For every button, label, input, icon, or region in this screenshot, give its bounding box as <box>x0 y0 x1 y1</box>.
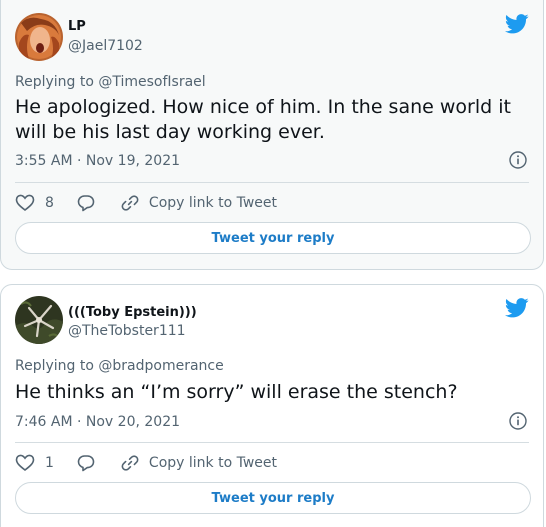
heart-icon <box>15 194 35 212</box>
heart-icon <box>15 454 35 472</box>
link-icon <box>121 455 139 471</box>
comment-bubble-icon <box>77 195 95 212</box>
timestamp[interactable]: 7:46 AM · Nov 20, 2021 <box>15 414 180 430</box>
info-icon[interactable] <box>509 412 527 430</box>
replying-to[interactable]: Replying to @TimesofIsrael <box>15 74 206 90</box>
copy-link-label: Copy link to Tweet <box>148 195 277 211</box>
timestamp[interactable]: 3:55 AM · Nov 19, 2021 <box>15 153 180 169</box>
tweet-card: (((Toby Epstein))) @TheTobster111 Replyi… <box>0 284 544 527</box>
tweet-your-reply-button[interactable]: Tweet your reply <box>15 482 531 514</box>
tweet-actions: 8 Copy link to Tweet <box>15 192 299 214</box>
avatar-image <box>15 13 63 61</box>
like-button[interactable]: 1 <box>15 453 54 473</box>
reply-icon-button[interactable] <box>76 193 96 213</box>
info-icon[interactable] <box>509 151 527 169</box>
tweet-text: He thinks an “I’m sorry” will erase the … <box>15 381 458 403</box>
replying-to[interactable]: Replying to @bradpomerance <box>15 358 224 374</box>
copy-link-button[interactable]: Copy link to Tweet <box>120 193 277 213</box>
avatar[interactable] <box>15 13 63 61</box>
comment-bubble-icon <box>77 455 95 472</box>
tweet-card: LP @Jael7102 Replying to @TimesofIsrael … <box>0 0 544 270</box>
twitter-bird-icon[interactable] <box>505 298 529 318</box>
user-handle[interactable]: @Jael7102 <box>68 38 143 54</box>
tweet-text: He apologized. How nice of him. In the s… <box>15 96 511 143</box>
display-name[interactable]: LP <box>68 19 86 34</box>
reply-icon-button[interactable] <box>76 453 96 473</box>
tweet-actions: 1 Copy link to Tweet <box>15 452 299 474</box>
twitter-bird-icon[interactable] <box>505 14 529 34</box>
copy-link-label: Copy link to Tweet <box>148 455 277 471</box>
avatar[interactable] <box>15 296 63 344</box>
like-button[interactable]: 8 <box>15 193 54 213</box>
tweet-your-reply-button[interactable]: Tweet your reply <box>15 222 531 254</box>
divider <box>15 182 529 183</box>
divider <box>15 442 529 443</box>
avatar-image <box>15 296 63 344</box>
link-icon <box>121 195 139 211</box>
user-handle[interactable]: @TheTobster111 <box>68 323 186 339</box>
like-count: 8 <box>45 195 54 211</box>
display-name[interactable]: (((Toby Epstein))) <box>68 305 197 320</box>
copy-link-button[interactable]: Copy link to Tweet <box>120 453 277 473</box>
like-count: 1 <box>45 455 54 471</box>
